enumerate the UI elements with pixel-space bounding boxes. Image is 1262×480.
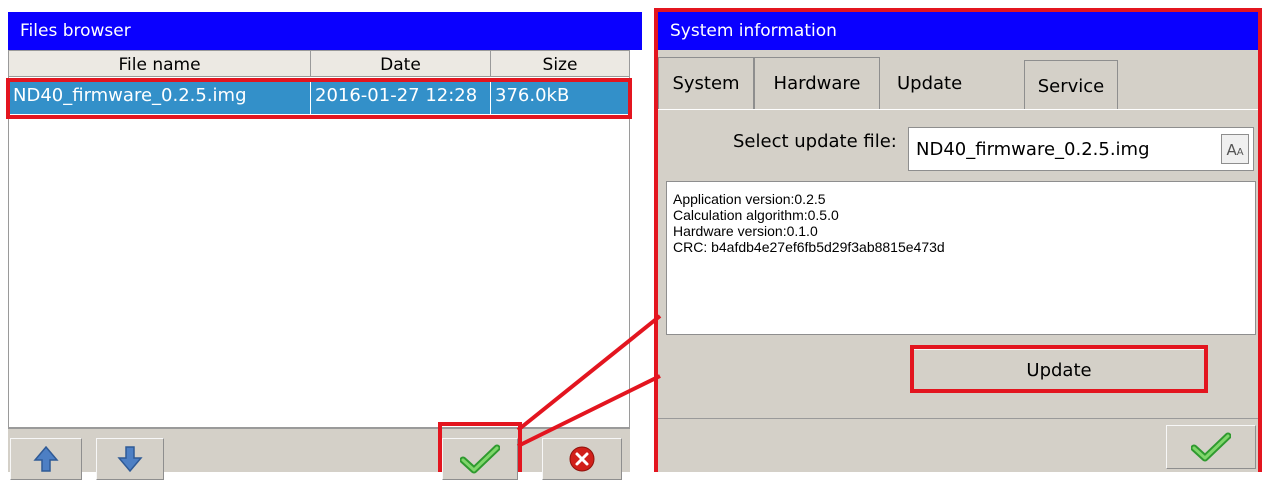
annotation-connector-lines (516, 314, 662, 448)
